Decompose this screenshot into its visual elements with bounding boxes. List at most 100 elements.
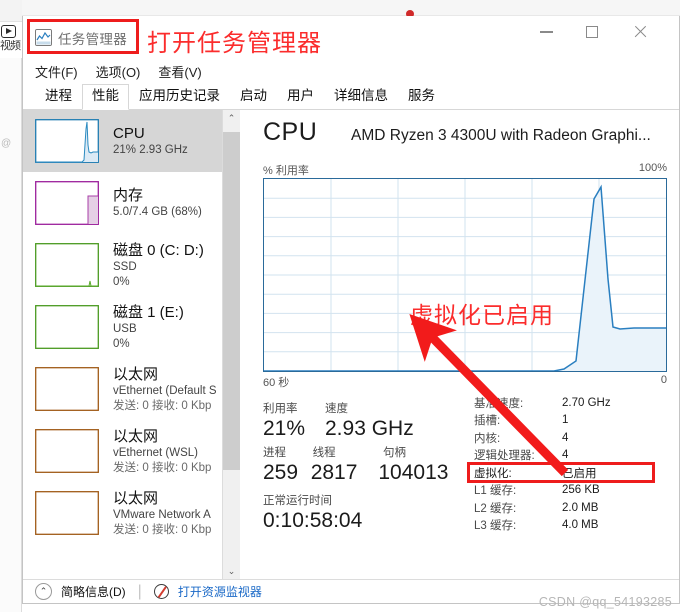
value-speed: 2.93 GHz xyxy=(325,417,414,440)
minimize-button[interactable] xyxy=(523,16,569,48)
tab-performance[interactable]: 性能 xyxy=(82,84,129,110)
sidebar-item-cpu[interactable]: CPU 21% 2.93 GHz xyxy=(23,110,222,172)
background-at-symbol: @ xyxy=(1,138,12,149)
sidebar-sub-memory: 5.0/7.4 GB (68%) xyxy=(113,206,202,218)
sidebar-sub-ethernet-default-rates: 发送: 0 接收: 0 Kbp xyxy=(113,399,212,412)
stats-row-processes-threads-handles: 进程 线程 句柄 259 2817 104013 xyxy=(263,444,463,486)
sidebar-item-disk0[interactable]: 磁盘 0 (C: D:) SSD 0% xyxy=(23,234,222,296)
scrollbar-thumb[interactable] xyxy=(223,132,240,470)
sidebar-item-ethernet-default[interactable]: 以太网 vEthernet (Default S 发送: 0 接收: 0 Kbp xyxy=(23,358,222,420)
minimize-icon xyxy=(539,31,553,33)
annotation-open-task-manager: 打开任务管理器 xyxy=(147,29,322,57)
sidebar-item-disk1[interactable]: 磁盘 1 (E:) USB 0% xyxy=(23,296,222,358)
chart-svg xyxy=(264,179,666,371)
detail-key-l3-cache: L3 缓存: xyxy=(474,520,517,533)
detail-row-l1-cache: L1 缓存: 256 KB xyxy=(474,482,679,500)
sidebar-text-ethernet-default: 以太网 vEthernet (Default S 发送: 0 接收: 0 Kbp xyxy=(113,365,217,414)
sidebar-mini-graph-disk0 xyxy=(35,243,99,287)
label-processes: 进程 xyxy=(263,447,286,459)
detail-value-logical-processors: 4 xyxy=(562,449,569,462)
cpu-model-name: AMD Ryzen 3 4300U with Radeon Graphi... xyxy=(351,127,651,144)
sidebar-item-ethernet-wsl[interactable]: 以太网 vEthernet (WSL) 发送: 0 接收: 0 Kbp xyxy=(23,420,222,482)
sidebar-sub-disk0-type: SSD xyxy=(113,260,137,273)
label-speed: 速度 xyxy=(325,403,348,415)
value-threads: 2817 xyxy=(310,461,358,484)
label-utilization: 利用率 xyxy=(263,403,298,415)
label-uptime: 正常运行时间 xyxy=(263,495,332,507)
sidebar-label-ethernet-wsl: 以太网 xyxy=(113,427,159,445)
maximize-icon xyxy=(586,26,598,38)
background-app-label: 视频 xyxy=(0,40,21,52)
scroll-up-icon[interactable]: ⌃ xyxy=(223,110,240,127)
sidebar-text-disk0: 磁盘 0 (C: D:) SSD 0% xyxy=(113,241,204,290)
detail-key-virtualization: 虚拟化: xyxy=(474,467,512,480)
stats-labels-row1: 利用率 速度 xyxy=(263,400,463,416)
sidebar-text-cpu: CPU 21% 2.93 GHz xyxy=(113,124,188,158)
menu-item-options[interactable]: 选项(O) xyxy=(96,62,141,81)
sidebar-mini-graph-ethernet-vmware xyxy=(35,491,99,535)
tab-users[interactable]: 用户 xyxy=(277,84,324,109)
detail-value-l2-cache: 2.0 MB xyxy=(562,501,599,514)
detail-key-logical-processors: 逻辑处理器: xyxy=(474,450,535,463)
sidebar-text-memory: 内存 5.0/7.4 GB (68%) xyxy=(113,186,202,220)
tab-processes[interactable]: 进程 xyxy=(35,84,82,109)
sidebar-sub-cpu: 21% 2.93 GHz xyxy=(113,144,188,156)
sidebar-text-ethernet-wsl: 以太网 vEthernet (WSL) 发送: 0 接收: 0 Kbp xyxy=(113,427,211,476)
menu-item-file[interactable]: 文件(F) xyxy=(35,62,78,81)
close-button[interactable] xyxy=(617,16,663,48)
sidebar-sub-disk0-pct: 0% xyxy=(113,275,130,288)
chart-header: % 利用率 100% xyxy=(263,162,667,178)
detail-key-l1-cache: L1 缓存: xyxy=(474,485,517,498)
sidebar-text-disk1: 磁盘 1 (E:) USB 0% xyxy=(113,303,184,352)
open-resource-monitor-link[interactable]: 打开资源监视器 xyxy=(178,583,262,600)
tab-services[interactable]: 服务 xyxy=(398,84,445,109)
chart-footer: 60 秒 0 xyxy=(263,374,667,390)
sidebar-label-disk0: 磁盘 0 (C: D:) xyxy=(113,241,204,259)
stats-labels-row2: 进程 线程 句柄 xyxy=(263,444,463,460)
sidebar-scrollbar[interactable]: ⌃ ⌄ xyxy=(223,110,240,580)
tab-app-history[interactable]: 应用历史记录 xyxy=(129,84,230,109)
cpu-stats-left: 利用率 速度 21% 2.93 GHz 进程 线程 句柄 259 2817 10… xyxy=(263,400,463,534)
detail-value-l3-cache: 4.0 MB xyxy=(562,519,599,532)
sidebar-sub-ethernet-vmware-rates: 发送: 0 接收: 0 Kbp xyxy=(113,523,212,536)
tab-startup[interactable]: 启动 xyxy=(230,84,277,109)
sidebar-item-ethernet-vmware[interactable]: 以太网 VMware Network A 发送: 0 接收: 0 Kbp xyxy=(23,482,222,544)
background-app-strip: 视频 @ xyxy=(0,0,22,612)
value-uptime: 0:10:58:04 xyxy=(263,509,363,532)
fewer-details-label[interactable]: 简略信息(D) xyxy=(61,583,126,600)
task-manager-window: 任务管理器 打开任务管理器 文件(F) 选项(O) 查看(V) 进程 性能 应用… xyxy=(22,16,680,604)
tab-details[interactable]: 详细信息 xyxy=(324,84,398,109)
video-play-icon xyxy=(1,24,16,38)
status-separator: | xyxy=(137,582,142,600)
sidebar-label-ethernet-default: 以太网 xyxy=(113,365,159,383)
sidebar-label-disk1: 磁盘 1 (E:) xyxy=(113,303,184,321)
annotation-box-title xyxy=(27,19,139,54)
maximize-button[interactable] xyxy=(569,16,615,48)
detail-row-cores: 内核: 4 xyxy=(474,429,679,447)
sidebar-item-memory[interactable]: 内存 5.0/7.4 GB (68%) xyxy=(23,172,222,234)
stats-row-utilization-speed: 利用率 速度 21% 2.93 GHz xyxy=(263,400,463,442)
detail-row-l2-cache: L2 缓存: 2.0 MB xyxy=(474,499,679,517)
sidebar-sub-ethernet-default-adapter: vEthernet (Default S xyxy=(113,384,217,397)
scroll-down-icon[interactable]: ⌄ xyxy=(223,563,240,580)
page-title: CPU xyxy=(263,118,318,146)
sidebar-mini-graph-ethernet-default xyxy=(35,367,99,411)
label-handles: 句柄 xyxy=(383,447,406,459)
background-app-titlebar xyxy=(0,0,22,22)
resource-monitor-icon[interactable] xyxy=(153,584,169,599)
value-handles: 104013 xyxy=(378,461,449,484)
menu-item-view[interactable]: 查看(V) xyxy=(158,62,201,81)
collapse-chevron-icon[interactable]: ⌃ xyxy=(35,583,52,600)
cpu-details-list: 基准速度: 2.70 GHz 插槽: 1 内核: 4 逻辑处理器: 4 虚拟化:… xyxy=(467,394,679,534)
detail-value-base-speed: 2.70 GHz xyxy=(562,396,611,409)
sidebar-text-ethernet-vmware: 以太网 VMware Network A 发送: 0 接收: 0 Kbp xyxy=(113,489,211,538)
detail-key-l2-cache: L2 缓存: xyxy=(474,502,517,515)
detail-row-logical-processors: 逻辑处理器: 4 xyxy=(474,447,679,465)
value-processes: 259 xyxy=(263,461,299,484)
window-body: CPU 21% 2.93 GHz 内存 5.0/7.4 GB (68%) 磁盘 … xyxy=(23,110,679,580)
sidebar-sub-ethernet-wsl-adapter: vEthernet (WSL) xyxy=(113,446,198,459)
sidebar-sub-disk1-type: USB xyxy=(113,322,137,335)
chart-x-axis-left: 60 秒 xyxy=(263,377,290,389)
sidebar-sub-ethernet-vmware-adapter: VMware Network A xyxy=(113,508,211,521)
detail-value-virtualization: 已启用 xyxy=(562,467,597,480)
